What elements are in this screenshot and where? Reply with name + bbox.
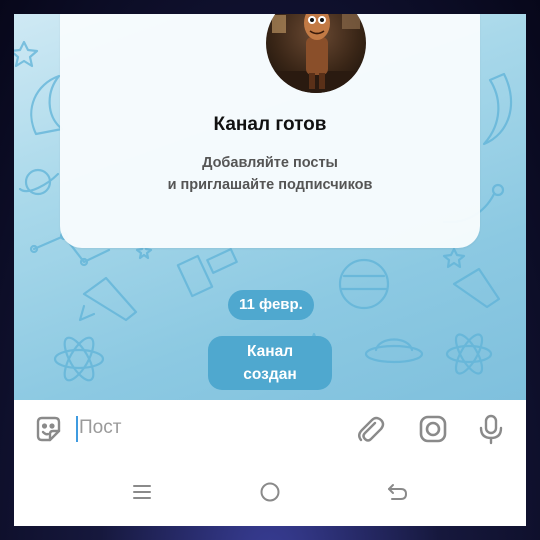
camera-icon[interactable] [417,413,449,445]
phone-screen: Канал готов Добавляйте посты и приглашай… [14,14,526,526]
service-message-line-2: создан [243,366,297,383]
sticker-icon[interactable] [32,413,64,445]
avatar-image [266,14,366,93]
paperclip-icon[interactable] [354,413,386,445]
recent-apps-icon[interactable] [128,478,156,506]
post-input[interactable] [76,412,339,444]
chat-background: Канал готов Добавляйте посты и приглашай… [14,14,526,400]
home-icon[interactable] [256,478,284,506]
back-icon[interactable] [384,478,412,506]
service-message-line-1: Канал [246,343,294,360]
card-description-line-2: и приглашайте подписчиков [167,177,373,193]
card-description-line-1: Добавляйте посты [202,155,338,171]
card-title: Канал готов [213,114,327,135]
card-description: Добавляйте посты и приглашайте подписчик… [60,152,480,196]
channel-avatar[interactable] [266,14,366,93]
message-composer [14,400,526,458]
system-navigation-bar [14,458,526,526]
channel-created-message: Канал создан [208,336,332,390]
date-badge: 11 февр. [228,290,314,320]
channel-ready-card: Канал готов Добавляйте посты и приглашай… [60,14,480,248]
microphone-icon[interactable] [475,413,507,445]
